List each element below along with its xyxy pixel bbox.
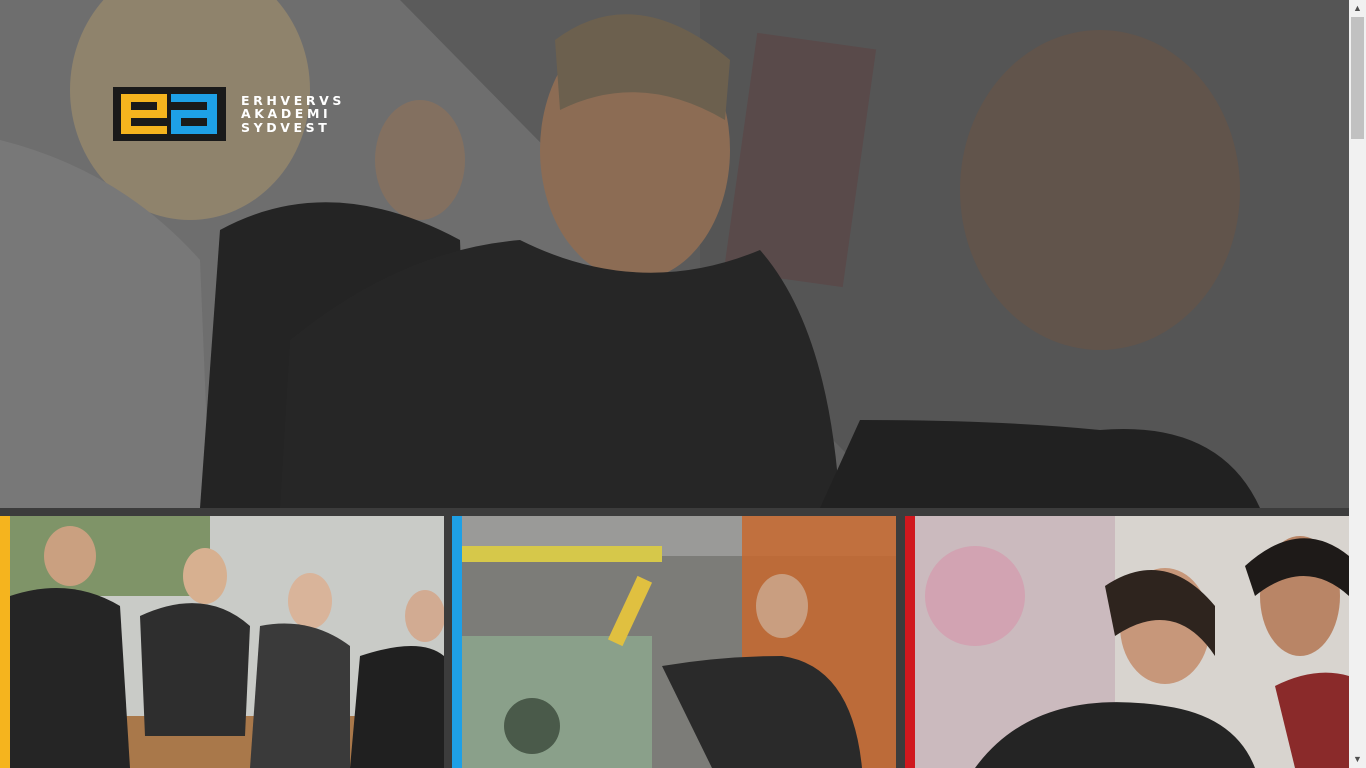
logo-line-1: ERHVERVS xyxy=(241,92,345,108)
logo-e-glyph xyxy=(121,94,167,134)
card-study[interactable] xyxy=(905,516,1349,768)
page: ERHVERVS AKADEMI SYDVEST xyxy=(0,0,1349,768)
scrollbar-thumb[interactable] xyxy=(1351,17,1364,139)
card-accent-yellow xyxy=(0,516,10,768)
card-accent-red xyxy=(905,516,915,768)
hero-banner: ERHVERVS AKADEMI SYDVEST xyxy=(0,0,1349,508)
card-students[interactable] xyxy=(0,516,444,768)
page-scrollbar[interactable]: ▲ ▼ xyxy=(1349,0,1366,768)
logo[interactable]: ERHVERVS AKADEMI SYDVEST xyxy=(113,87,345,141)
card-accent-blue xyxy=(452,516,462,768)
scroll-up-arrow-icon[interactable]: ▲ xyxy=(1349,0,1366,17)
logo-wordmark: ERHVERVS AKADEMI SYDVEST xyxy=(241,94,345,135)
ea-logo-icon xyxy=(113,87,226,141)
card-row xyxy=(0,516,1349,768)
logo-line-3: SYDVEST xyxy=(241,119,331,135)
logo-a-glyph xyxy=(171,94,217,134)
card-workshop[interactable] xyxy=(452,516,896,768)
card-photo-students-sitting xyxy=(10,516,444,768)
card-photo-machine-workshop xyxy=(462,516,896,768)
scroll-down-arrow-icon[interactable]: ▼ xyxy=(1349,751,1366,768)
card-photo-students-computer xyxy=(915,516,1349,768)
logo-line-2: AKADEMI xyxy=(241,106,332,122)
hero-overlay xyxy=(0,0,1349,508)
